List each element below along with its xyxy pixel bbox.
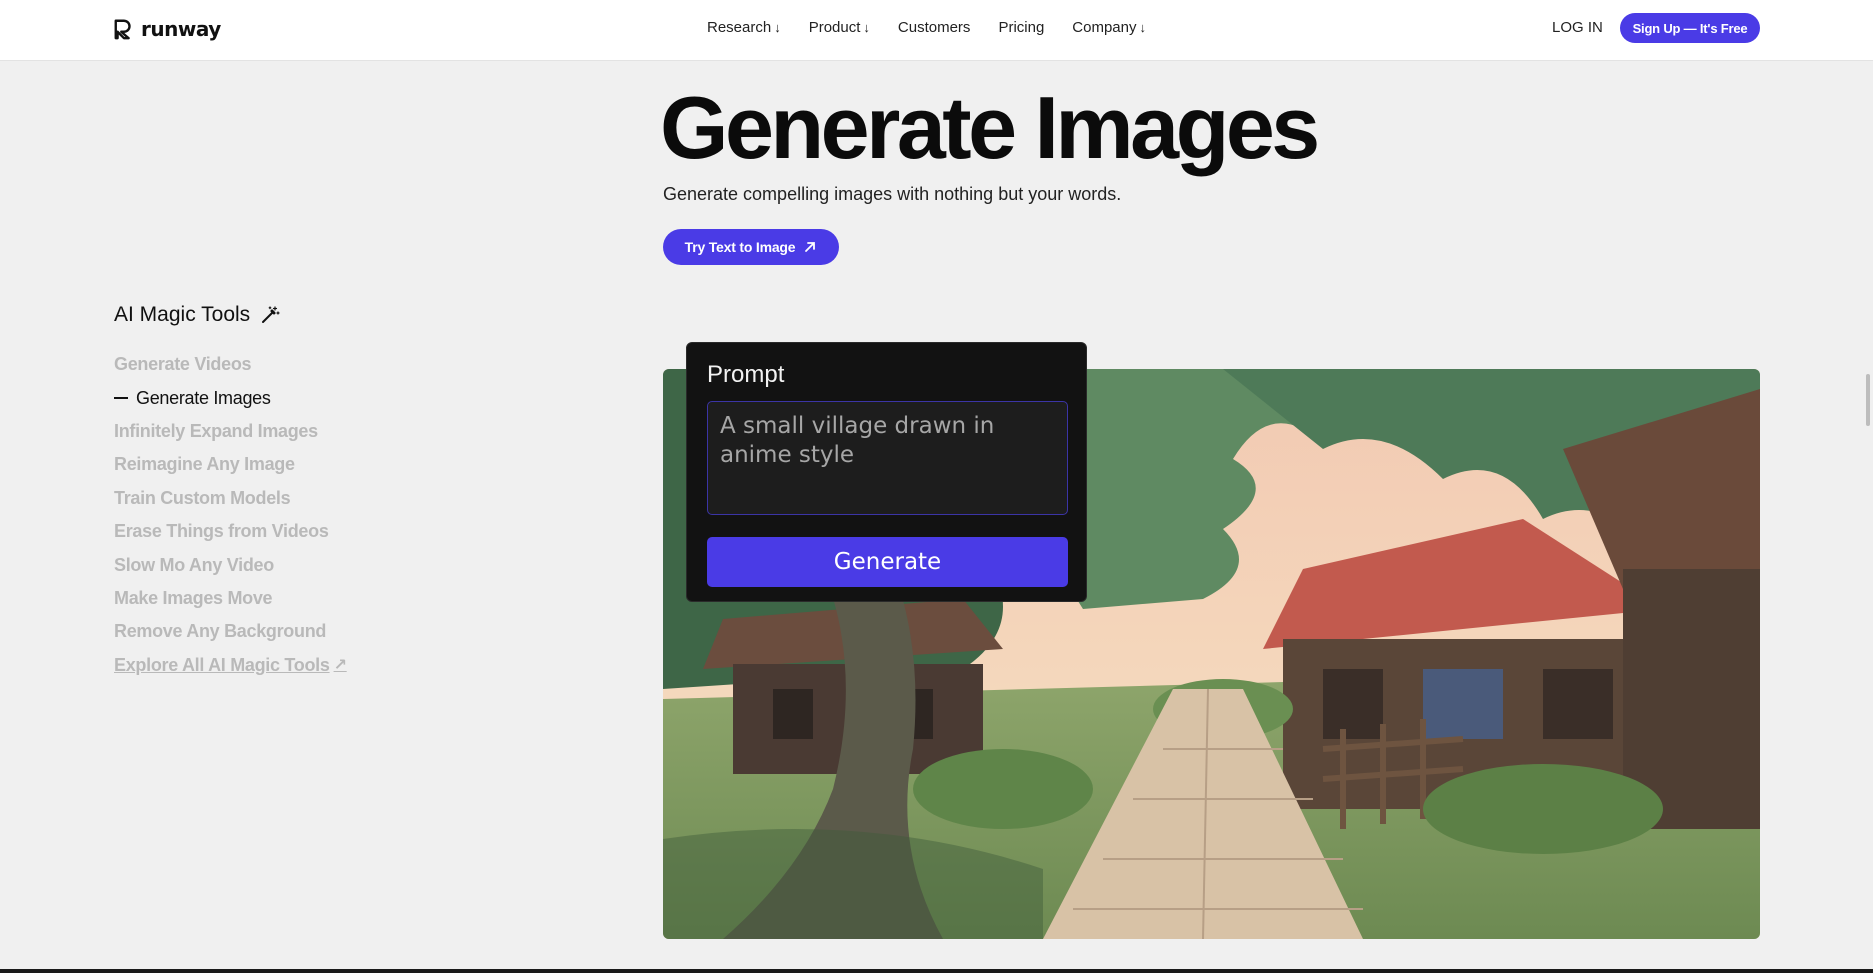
explore-label: Explore All AI Magic Tools <box>114 654 330 675</box>
main-nav: Research ↓ Product ↓ Customers Pricing C… <box>707 19 1146 36</box>
nav-pricing-label: Pricing <box>998 19 1045 36</box>
explore-all-tools-link[interactable]: Explore All AI Magic Tools ↗ <box>114 649 347 682</box>
sidebar-title-text: AI Magic Tools <box>114 303 251 326</box>
nav-product-label: Product <box>808 19 861 36</box>
tool-slow-mo-any-video[interactable]: Slow Mo Any Video <box>114 548 347 581</box>
arrow-down-icon: ↓ <box>863 20 870 35</box>
tool-generate-images[interactable]: Generate Images <box>114 381 347 414</box>
page-subtitle: Generate compelling images with nothing … <box>663 184 1122 204</box>
tool-label: Generate Videos <box>114 354 252 375</box>
generate-button[interactable]: Generate <box>707 537 1068 587</box>
prompt-input[interactable]: A small village drawn in anime style <box>707 401 1068 515</box>
page-title: Generate Images <box>660 78 1320 177</box>
bottom-section-edge <box>0 969 1873 973</box>
tool-label: Make Images Move <box>114 587 273 608</box>
tool-train-custom-models[interactable]: Train Custom Models <box>114 482 347 515</box>
prompt-label: Prompt <box>707 361 785 388</box>
nav-company-label: Company <box>1072 19 1137 36</box>
prompt-card: Prompt A small village drawn in anime st… <box>686 342 1087 602</box>
tool-reimagine-any-image[interactable]: Reimagine Any Image <box>114 448 347 481</box>
tool-generate-videos[interactable]: Generate Videos <box>114 348 347 381</box>
tool-label: Remove Any Background <box>114 621 327 642</box>
sidebar-title: AI Magic Tools <box>114 303 280 327</box>
tool-label: Train Custom Models <box>114 487 291 508</box>
tool-label: Infinitely Expand Images <box>114 420 318 441</box>
tool-make-images-move[interactable]: Make Images Move <box>114 582 347 615</box>
signup-button[interactable]: Sign Up — It's Free <box>1620 13 1760 43</box>
runway-logo-icon <box>114 19 131 40</box>
nav-research[interactable]: Research ↓ <box>707 19 781 36</box>
nav-customers[interactable]: Customers <box>898 19 971 36</box>
try-button-label: Try Text to Image <box>684 239 796 255</box>
nav-customers-label: Customers <box>897 19 971 36</box>
nav-research-label: Research <box>707 19 772 36</box>
tool-erase-things-from-videos[interactable]: Erase Things from Videos <box>114 515 347 548</box>
arrow-down-icon: ↓ <box>1139 20 1147 35</box>
scrollbar-thumb[interactable] <box>1866 374 1870 426</box>
try-text-to-image-button[interactable]: Try Text to Image <box>663 229 839 265</box>
tool-label: Reimagine Any Image <box>114 454 295 475</box>
top-navigation-bar: runway Research ↓ Product ↓ Customers Pr… <box>0 0 1873 61</box>
magic-wand-icon <box>262 306 280 323</box>
logo-wordmark: runway <box>141 17 221 41</box>
arrow-down-icon: ↓ <box>774 20 781 35</box>
nav-company[interactable]: Company ↓ <box>1072 19 1146 36</box>
runway-logo[interactable]: runway <box>113 16 221 42</box>
arrow-up-right-icon: ↗ <box>333 657 347 675</box>
arrow-up-right-icon <box>805 242 816 252</box>
tool-label: Erase Things from Videos <box>114 521 329 542</box>
tool-infinitely-expand-images[interactable]: Infinitely Expand Images <box>114 415 347 448</box>
tool-label: Generate Images <box>136 387 271 408</box>
nav-product[interactable]: Product ↓ <box>809 19 870 36</box>
nav-pricing[interactable]: Pricing <box>998 19 1044 36</box>
active-indicator <box>114 397 128 400</box>
tool-remove-any-background[interactable]: Remove Any Background <box>114 615 347 648</box>
tool-label: Slow Mo Any Video <box>114 554 274 575</box>
magic-tools-list: Generate Videos Generate Images Infinite… <box>114 348 347 682</box>
login-link[interactable]: LOG IN <box>1552 19 1603 36</box>
